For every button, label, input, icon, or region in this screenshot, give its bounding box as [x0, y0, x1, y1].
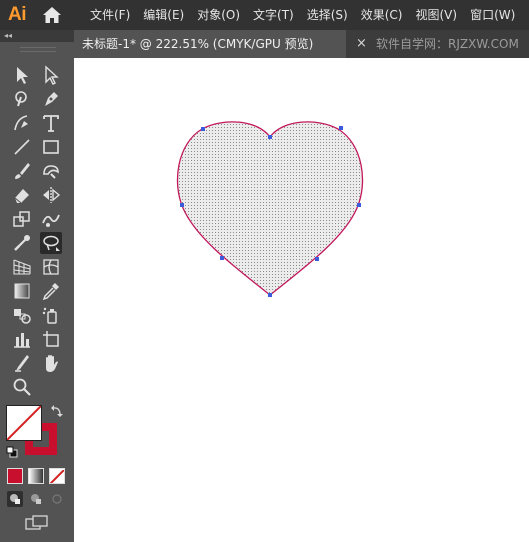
artboard-canvas[interactable]: [74, 58, 529, 542]
app-logo: Ai: [8, 4, 27, 25]
selection-tool-icon[interactable]: [11, 64, 33, 86]
screen-mode-icon[interactable]: [25, 515, 49, 531]
draw-behind-button[interactable]: [28, 491, 44, 507]
document-tab[interactable]: 未标题-1* @ 222.51% (CMYK/GPU 预览): [74, 30, 346, 58]
eraser-tool-icon[interactable]: [11, 184, 33, 206]
eyedropper-tool-icon[interactable]: [40, 280, 62, 302]
hand-tool-icon[interactable]: [40, 352, 62, 374]
column-graph-tool-icon[interactable]: [11, 328, 33, 350]
rectangle-tool-icon[interactable]: [40, 136, 62, 158]
menu-window[interactable]: 窗口(W): [470, 0, 522, 30]
swap-fill-stroke-icon[interactable]: [50, 404, 64, 418]
none-mode-button[interactable]: [49, 468, 65, 484]
blend-tool-icon[interactable]: [11, 304, 33, 326]
zoom-tool-icon[interactable]: [11, 376, 33, 398]
home-icon[interactable]: [42, 6, 62, 24]
artboard-tool-icon[interactable]: [40, 328, 62, 350]
default-fill-stroke-icon[interactable]: [6, 446, 18, 458]
gradient-mode-button[interactable]: [28, 468, 44, 484]
menu-select[interactable]: 选择(S): [307, 0, 355, 30]
none-slash-icon: [7, 406, 41, 440]
menu-bar: Ai 文件(F) 编辑(E) 对象(O) 文字(T) 选择(S) 效果(C) 视…: [0, 0, 529, 30]
paintbrush-tool-icon[interactable]: [11, 160, 33, 182]
collapse-panel-icon[interactable]: ◂◂: [4, 30, 12, 42]
draw-normal-icon: [10, 494, 20, 504]
symbol-sprayer-tool-icon[interactable]: [40, 304, 62, 326]
scale-tool-icon[interactable]: [11, 208, 33, 230]
perspective-grid-tool-icon[interactable]: [11, 256, 33, 278]
menu-object[interactable]: 对象(O): [197, 0, 247, 30]
menu-edit[interactable]: 编辑(E): [143, 0, 191, 30]
magic-wand-tool-icon[interactable]: [11, 88, 33, 110]
fill-color-swatch[interactable]: [6, 405, 42, 441]
menu-file[interactable]: 文件(F): [90, 0, 137, 30]
curvature-tool-icon[interactable]: [11, 112, 33, 134]
draw-inside-button[interactable]: [49, 491, 65, 507]
watermark-text: 软件自学网：RJZXW.COM: [376, 37, 519, 51]
document-tab-title: 未标题-1* @ 222.51% (CMYK/GPU 预览): [82, 37, 314, 51]
heart-shape[interactable]: [74, 58, 529, 542]
line-tool-icon[interactable]: [11, 136, 33, 158]
slice-tool-icon[interactable]: [11, 352, 33, 374]
puppet-warp-tool-icon[interactable]: [11, 232, 33, 254]
draw-normal-button[interactable]: [7, 491, 23, 507]
type-tool-icon[interactable]: [40, 112, 62, 134]
menu-type[interactable]: 文字(T): [253, 0, 301, 30]
reflect-tool-icon[interactable]: [40, 184, 62, 206]
toolbar-grip[interactable]: [20, 47, 56, 52]
mesh-tool-icon[interactable]: [40, 256, 62, 278]
color-mode-button[interactable]: [7, 468, 23, 484]
pen-tool-icon[interactable]: [40, 88, 62, 110]
direct-selection-tool-icon[interactable]: [40, 64, 62, 86]
shaper-tool-icon[interactable]: [40, 160, 62, 182]
none-slash-icon: [50, 469, 64, 483]
menu-view[interactable]: 视图(V): [415, 0, 464, 30]
draw-behind-icon: [31, 494, 41, 504]
main-menu: 文件(F) 编辑(E) 对象(O) 文字(T) 选择(S) 效果(C) 视图(V…: [90, 0, 528, 30]
draw-inside-icon: [52, 494, 62, 504]
menu-effect[interactable]: 效果(C): [361, 0, 410, 30]
gradient-tool-icon[interactable]: [11, 280, 33, 302]
lasso-tool-icon[interactable]: [40, 232, 62, 254]
warp-tool-icon[interactable]: [40, 208, 62, 230]
close-tab-icon[interactable]: ×: [356, 30, 367, 58]
